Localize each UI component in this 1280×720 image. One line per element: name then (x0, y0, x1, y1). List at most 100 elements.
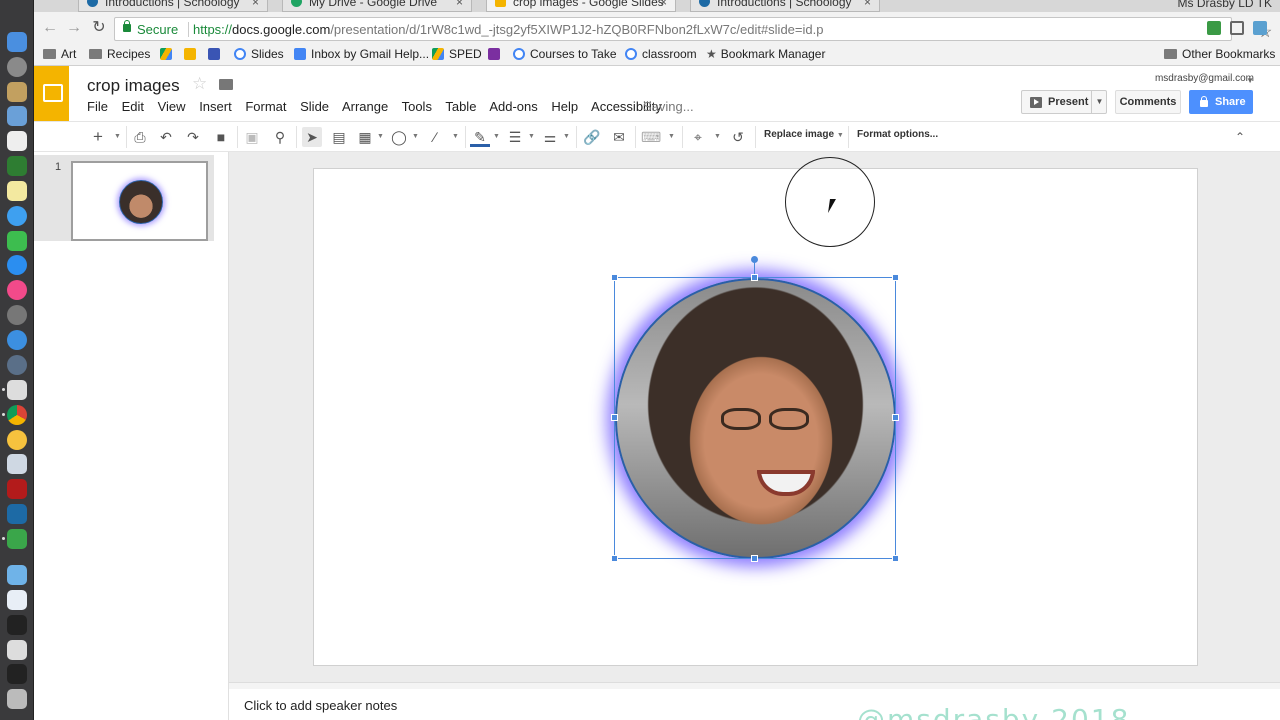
extension-icon[interactable] (1253, 21, 1267, 35)
add-comment-icon[interactable]: ✉ (609, 127, 629, 147)
menu-tools[interactable]: Tools (402, 99, 432, 114)
screen-sharing-icon[interactable] (7, 380, 27, 400)
chevron-down-icon[interactable]: ▼ (528, 127, 535, 147)
menu-view[interactable]: View (158, 99, 186, 114)
resize-handle-left[interactable] (611, 414, 618, 421)
border-dash-icon[interactable]: ⚌ (540, 127, 560, 147)
bookmark-manager[interactable]: ★ Bookmark Manager (706, 47, 825, 61)
chrome-icon[interactable] (7, 405, 27, 425)
browser-tab[interactable]: Introductions | Schoology × (78, 0, 268, 12)
rotate-handle[interactable] (751, 256, 758, 263)
bookmark-inbox-help[interactable]: Inbox by Gmail Help... (294, 47, 429, 61)
account-email[interactable]: msdrasby@gmail.com (1155, 73, 1254, 84)
reload-icon[interactable]: ↻ (89, 18, 109, 38)
textedit-icon[interactable] (7, 131, 27, 151)
document-stack-icon[interactable] (7, 640, 27, 660)
collapse-chevron-up-icon[interactable]: ⌃ (1230, 127, 1250, 147)
document-stack-icon[interactable] (7, 590, 27, 610)
chevron-down-icon[interactable]: ▼ (452, 127, 459, 147)
new-slide-plus-icon[interactable]: + (88, 127, 108, 147)
border-weight-icon[interactable]: ☰ (505, 127, 525, 147)
format-options-button[interactable]: Format options... (857, 129, 938, 140)
messages-icon[interactable] (7, 206, 27, 226)
camtasia-icon[interactable] (7, 529, 27, 549)
shape-icon[interactable]: ◯ (389, 127, 409, 147)
resize-handle-right[interactable] (892, 414, 899, 421)
speaker-notes-placeholder[interactable]: Click to add speaker notes (244, 698, 397, 713)
share-button[interactable]: Share (1189, 90, 1253, 114)
comments-button[interactable]: Comments (1115, 90, 1181, 114)
preview-icon[interactable] (7, 106, 27, 126)
menu-table[interactable]: Table (445, 99, 476, 114)
redo-icon[interactable]: ↷ (183, 127, 203, 147)
bookmark-forms[interactable] (208, 47, 225, 61)
bookmark-classroom[interactable]: classroom (625, 47, 697, 61)
address-bar[interactable]: Secure https://docs.google.com/presentat… (114, 17, 1272, 41)
chevron-down-icon[interactable]: ▼ (377, 127, 384, 147)
close-tab-icon[interactable]: × (456, 0, 463, 9)
keyboard-icon[interactable]: ⌨ (641, 127, 661, 147)
bookmark-slides-link[interactable]: Slides (234, 47, 284, 61)
chevron-down-icon[interactable]: ▼ (714, 127, 721, 147)
slide-thumbnail[interactable] (71, 161, 208, 241)
stickies-icon[interactable] (7, 181, 27, 201)
replace-image-button[interactable]: Replace image ▼ (764, 129, 844, 140)
trash-icon[interactable] (7, 689, 27, 709)
google-slides-logo-icon[interactable] (34, 66, 69, 121)
screenshot-icon[interactable] (7, 454, 27, 474)
crop-icon[interactable]: ⌖ (688, 127, 708, 147)
paint-format-icon[interactable]: ■ (211, 127, 231, 147)
resize-handle-bottom-right[interactable] (892, 555, 899, 562)
launchpad-icon[interactable] (7, 57, 27, 77)
back-arrow-icon[interactable]: ← (40, 18, 60, 38)
notes-resize-handle[interactable] (229, 682, 1280, 689)
acrobat-icon[interactable] (7, 479, 27, 499)
reset-image-icon[interactable]: ↺ (728, 127, 748, 147)
bookmark-courses[interactable]: Courses to Take (513, 47, 617, 61)
terminal-icon[interactable] (7, 615, 27, 635)
undo-icon[interactable]: ↶ (156, 127, 176, 147)
photo-booth-icon[interactable] (7, 156, 27, 176)
move-to-folder-icon[interactable] (219, 79, 233, 90)
profile-name[interactable]: Ms Drasby LD TK (1178, 0, 1272, 10)
bookmark-drive[interactable] (160, 47, 177, 61)
document-title[interactable]: crop images (87, 76, 180, 96)
bookmark-recipes[interactable]: Recipes (89, 47, 150, 61)
facetime-icon[interactable] (7, 231, 27, 251)
slide-canvas[interactable] (313, 157, 1198, 666)
chevron-down-icon[interactable]: ▼ (1246, 76, 1254, 85)
image-icon[interactable]: ▦ (355, 127, 375, 147)
bookmark-onenote[interactable] (488, 47, 505, 61)
menu-add-ons[interactable]: Add-ons (489, 99, 537, 114)
menu-arrange[interactable]: Arrange (342, 99, 388, 114)
resize-handle-bottom-left[interactable] (611, 555, 618, 562)
resize-handle-top-left[interactable] (611, 274, 618, 281)
resize-handle-top-right[interactable] (892, 274, 899, 281)
browser-tab-active[interactable]: crop images - Google Slides × (486, 0, 676, 12)
bookmark-slides[interactable] (184, 47, 201, 61)
safari-icon[interactable] (7, 330, 27, 350)
print-icon[interactable]: ⎙ (130, 127, 150, 147)
star-icon[interactable]: ☆ (192, 74, 207, 94)
chevron-down-icon[interactable]: ▼ (563, 127, 570, 147)
notes-icon[interactable] (7, 82, 27, 102)
itunes-icon[interactable] (7, 280, 27, 300)
zoom-icon[interactable]: ⚲ (270, 127, 290, 147)
chevron-down-icon[interactable]: ▼ (1091, 90, 1107, 114)
resize-handle-bottom[interactable] (751, 555, 758, 562)
border-color-icon[interactable]: ✎ (470, 127, 490, 147)
bookmark-art[interactable]: Art (43, 47, 76, 61)
close-tab-icon[interactable]: × (660, 0, 667, 9)
tips-icon[interactable] (7, 430, 27, 450)
select-cursor-icon[interactable]: ➤ (302, 127, 322, 147)
browser-tab[interactable]: Introductions | Schoology × (690, 0, 880, 12)
url-text[interactable]: https://docs.google.com/presentation/d/1… (193, 22, 823, 37)
app-store-icon[interactable] (7, 255, 27, 275)
system-preferences-icon[interactable] (7, 305, 27, 325)
line-icon[interactable]: ∕ (425, 127, 445, 147)
resize-handle-top[interactable] (751, 274, 758, 281)
terminal-icon[interactable] (7, 664, 27, 684)
other-bookmarks[interactable]: Other Bookmarks (1164, 47, 1275, 61)
menu-format[interactable]: Format (245, 99, 286, 114)
link-icon[interactable]: 🔗 (582, 127, 602, 147)
